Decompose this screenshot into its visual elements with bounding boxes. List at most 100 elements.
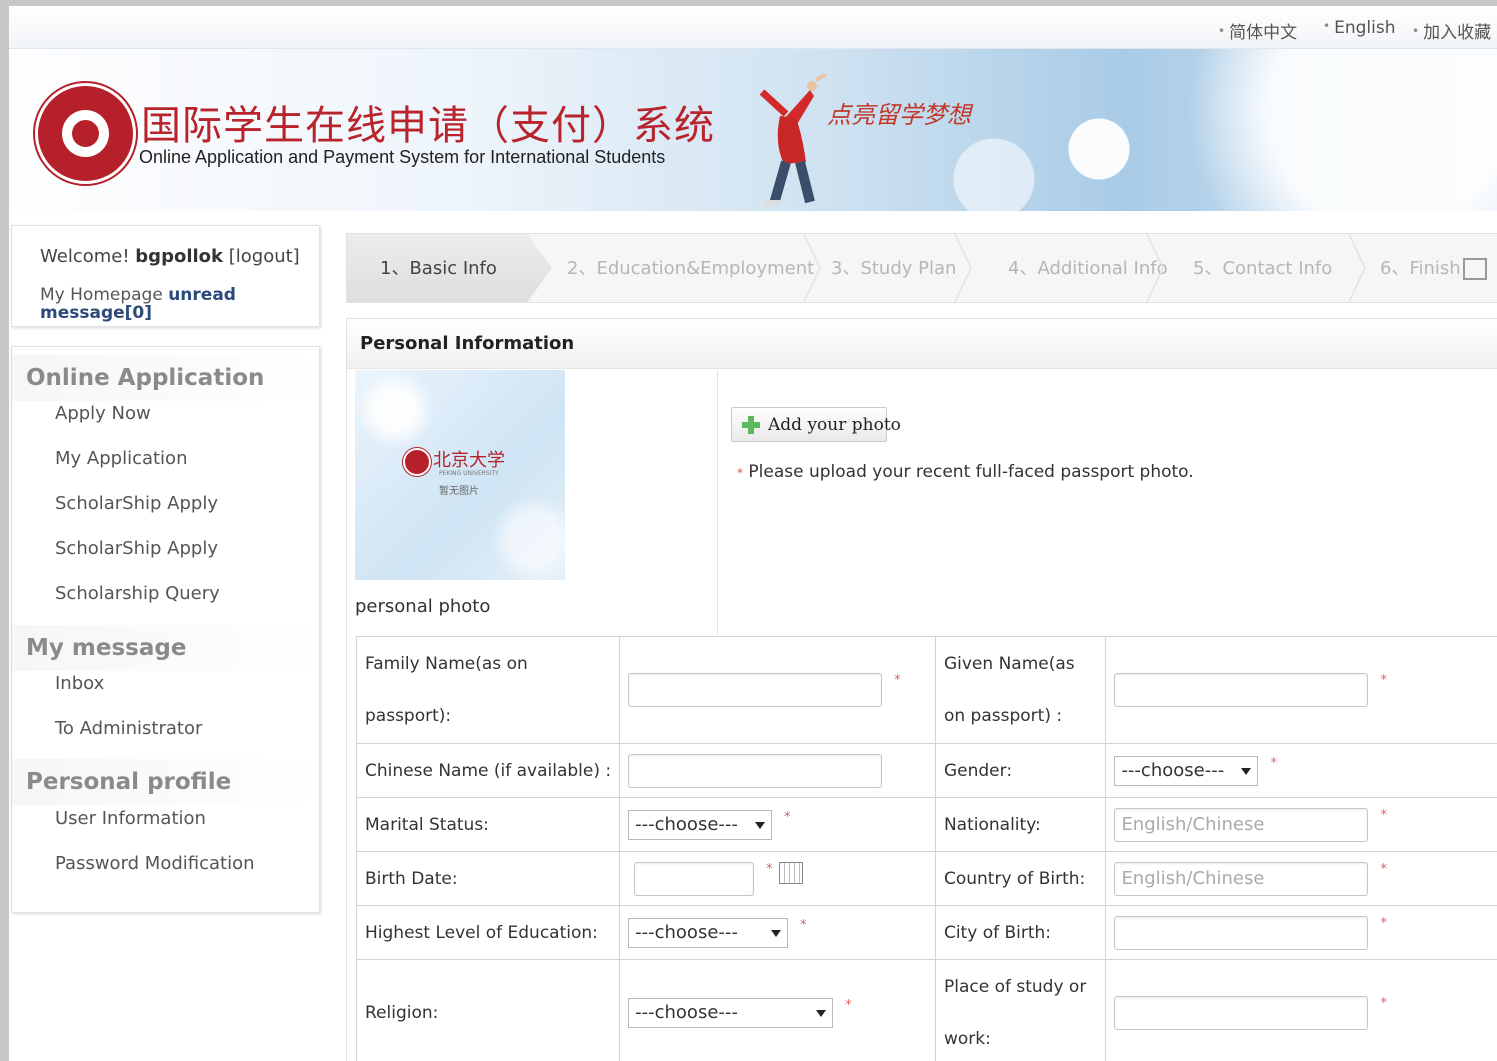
chevron-down-icon [771,929,782,937]
family-name-input[interactable] [628,673,883,707]
tab-separator-icon [954,234,972,302]
banner-slogan: 点亮留学梦想 [827,101,971,129]
religion-label: Religion: [355,959,621,1061]
country-of-birth-input[interactable]: English/Chinese [1114,861,1369,896]
placeholder-university-name: 北京大学 [433,450,505,471]
tab-contact-info[interactable]: 5、Contact Info [1193,234,1332,302]
birth-date-label: Birth Date: [355,851,621,906]
finish-checkbox-icon [1463,258,1487,280]
required-mark: * [784,809,791,825]
photo-caption: personal photo [355,596,491,617]
required-mark: * [1380,807,1387,823]
place-of-study-input[interactable] [1114,996,1369,1030]
lang-english-link[interactable]: • English [1323,18,1395,38]
logout-link[interactable]: [logout] [229,246,300,267]
calendar-icon[interactable] [778,861,803,884]
marital-status-select[interactable]: ---choose--- [628,809,773,840]
university-seal-icon [403,448,431,476]
chevron-down-icon [755,821,766,829]
gender-cell: ---choose--- * [1105,743,1497,798]
welcome-box: Welcome! bgpollok [logout] My Homepage u… [11,225,320,327]
birth-date-cell: * [619,851,936,906]
lang-english-label[interactable]: English [1334,18,1395,38]
form-row: Highest Level of Education: ---choose---… [355,905,1497,960]
menu-item-scholarship-apply-2[interactable]: ScholarShip Apply [55,538,218,559]
chevron-down-icon [816,1010,827,1017]
religion-cell: ---choose--- * [619,959,936,1061]
marital-status-cell: ---choose--- * [619,797,936,852]
tab-additional-info[interactable]: 4、Additional Info [1008,234,1168,302]
menu-item-scholarship-query[interactable]: Scholarship Query [55,583,220,604]
tab-finish[interactable]: 6、Finish [1380,234,1461,302]
add-favorite-label[interactable]: 加入收藏 [1423,23,1491,43]
system-title-chinese: 国际学生在线申请（支付）系统 [141,103,715,149]
personal-info-form: Family Name(as on passport): * Given Nam… [355,636,1497,1061]
city-of-birth-cell: * [1105,905,1497,960]
lang-simplified-chinese-link[interactable]: • 简体中文 [1218,18,1297,43]
education-label: Highest Level of Education: [355,905,621,960]
required-mark: * [1380,861,1387,877]
required-mark: * [766,861,773,877]
photo-section: 北京大学 PEKING UNIVERSITY 暂无图片 personal pho… [347,370,718,634]
required-mark: * [1270,755,1277,771]
required-mark: * [800,917,807,933]
menu-heading-personal-profile: Personal profile [12,759,319,805]
given-name-label: Given Name(as on passport) : [934,636,1107,744]
marital-status-label: Marital Status: [355,797,621,852]
chinese-name-input[interactable] [628,753,883,788]
tab-separator-icon [1146,234,1164,302]
religion-select[interactable]: ---choose--- [628,998,834,1028]
required-mark: * [1380,673,1387,688]
education-select-value: ---choose--- [635,921,738,943]
menu-heading-online-application: Online Application [12,355,319,401]
sidebar-menu: Online Application Apply Now My Applicat… [11,346,320,913]
country-of-birth-cell: English/Chinese * [1105,851,1497,906]
given-name-cell: * [1105,636,1497,744]
required-mark: * [845,998,852,1013]
menu-item-to-administrator[interactable]: To Administrator [55,718,202,739]
add-photo-button[interactable]: Add your photo [731,407,901,442]
add-photo-label: Add your photo [768,415,901,435]
menu-item-inbox[interactable]: Inbox [55,673,104,694]
menu-item-user-information[interactable]: User Information [55,808,206,829]
marital-select-value: ---choose--- [635,813,738,835]
city-of-birth-input[interactable] [1114,915,1369,950]
my-homepage-link[interactable]: My Homepage [40,285,163,305]
lang-simplified-chinese-label[interactable]: 简体中文 [1229,23,1297,43]
religion-select-value: ---choose--- [635,1002,738,1023]
plus-icon [742,416,760,434]
photo-upload-note: * Please upload your recent full-faced p… [737,462,1194,482]
nationality-label: Nationality: [934,797,1107,852]
menu-heading-my-message: My message [12,625,319,671]
place-of-study-label: Place of study or work: [934,959,1107,1061]
menu-item-password-modification[interactable]: Password Modification [55,853,255,874]
menu-item-my-application[interactable]: My Application [55,448,187,469]
required-mark: * [737,466,743,480]
placeholder-university-name-en: PEKING UNIVERSITY [439,470,499,477]
tab-separator-icon [803,234,821,302]
tab-education-employment[interactable]: 2、Education&Employment [567,234,814,302]
chinese-name-cell [619,743,936,798]
country-of-birth-label: Country of Birth: [934,851,1107,906]
menu-item-scholarship-apply-1[interactable]: ScholarShip Apply [55,493,218,514]
system-title-english: Online Application and Payment System fo… [139,147,666,167]
tab-separator-icon [1348,234,1366,302]
chinese-name-label: Chinese Name (if available) : [355,743,621,798]
photo-note-text: Please upload your recent full-faced pas… [748,462,1194,482]
tab-study-plan[interactable]: 3、Study Plan [831,234,956,302]
add-favorite-link[interactable]: • 加入收藏 [1412,18,1491,43]
gender-select-value: ---choose--- [1121,759,1225,781]
birth-date-input[interactable] [634,861,755,896]
nationality-input[interactable]: English/Chinese [1114,807,1369,842]
education-select[interactable]: ---choose--- [628,917,789,948]
menu-item-apply-now[interactable]: Apply Now [55,403,151,424]
chevron-down-icon [1241,767,1252,775]
city-of-birth-label: City of Birth: [934,905,1107,960]
personal-photo-placeholder: 北京大学 PEKING UNIVERSITY 暂无图片 [355,370,565,580]
gender-select[interactable]: ---choose--- [1114,755,1259,786]
tab-basic-info[interactable]: 1、Basic Info [347,234,552,302]
welcome-prefix: Welcome! [40,246,130,267]
given-name-input[interactable] [1114,673,1369,707]
family-name-label: Family Name(as on passport): [355,636,621,744]
gender-label: Gender: [934,743,1107,798]
